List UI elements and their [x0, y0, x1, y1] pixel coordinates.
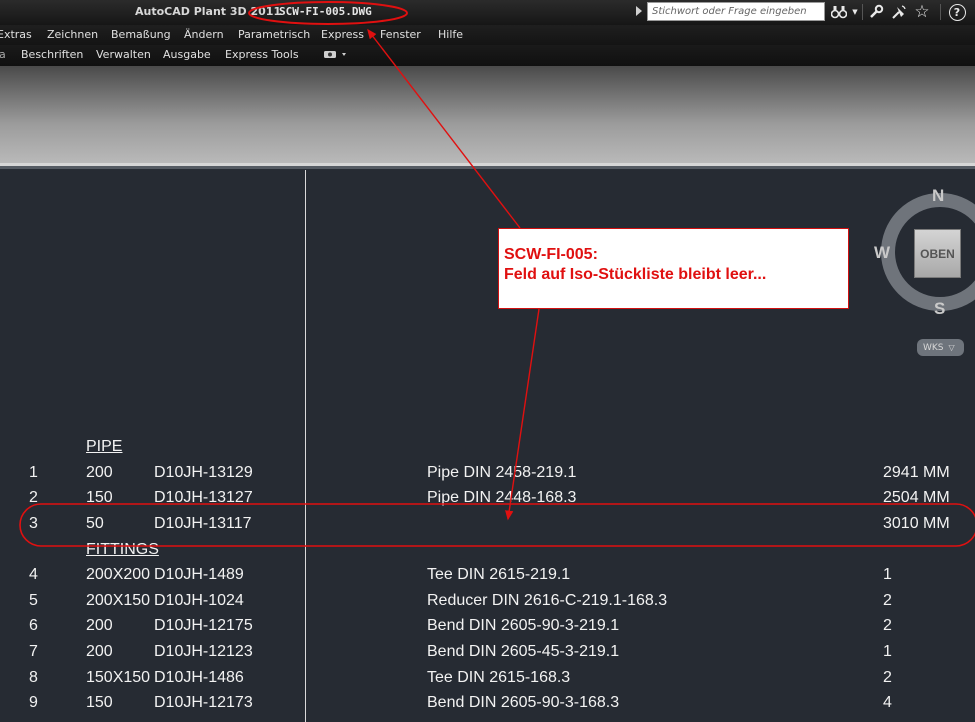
view-cube[interactable]: OBEN: [914, 229, 961, 278]
menu-zeichnen[interactable]: Zeichnen: [47, 28, 98, 41]
menu-express[interactable]: Express: [321, 28, 364, 41]
bom-row-qty: 2: [883, 592, 892, 609]
arrow-to-row: [505, 308, 540, 521]
bom-row-no: 8: [29, 669, 38, 686]
bom-row-size: 150: [86, 489, 113, 506]
camera-dropdown-icon[interactable]: [323, 49, 349, 63]
help-icon[interactable]: ?: [946, 1, 968, 23]
compass-west[interactable]: W: [874, 243, 890, 263]
bom-row-code: D10JH-1489: [154, 566, 244, 583]
bom-row-description: Reducer DIN 2616-C-219.1-168.3: [427, 592, 668, 609]
bom-row-no: 6: [29, 617, 38, 634]
bom-row-description: Bend DIN 2605-90-3-168.3: [427, 694, 620, 711]
bom-row-qty: 1: [883, 566, 892, 583]
bom-row-qty: 2: [883, 669, 892, 686]
chevron-down-icon: ▽: [948, 343, 955, 352]
menu-aendern[interactable]: Ändern: [184, 28, 224, 41]
bom-row-qty: 2941 MM: [883, 464, 950, 481]
menu-bar: Extras Zeichnen Bemaßung Ändern Parametr…: [0, 25, 975, 45]
wks-dropdown[interactable]: WKS ▽: [917, 339, 964, 356]
ribbon-panel: [0, 66, 975, 163]
bom-row-no: 9: [29, 694, 38, 711]
toolbar-separator: [862, 4, 863, 20]
bom-row-qty: 2504 MM: [883, 489, 950, 506]
bom-row-code: D10JH-1486: [154, 669, 244, 686]
view-cube-label: OBEN: [920, 246, 955, 261]
callout-line-1: SCW-FI-005:: [504, 246, 598, 263]
dropdown-arrow-icon[interactable]: ▼: [850, 1, 860, 23]
bom-row-size: 200X200: [86, 566, 151, 583]
bom-row-code: D10JH-12175: [154, 617, 253, 634]
bom-row-qty: 2: [883, 617, 892, 634]
binoculars-icon[interactable]: [830, 1, 848, 23]
bom-row-qty: 3010 MM: [883, 515, 950, 532]
ribbon-tab-partial[interactable]: a: [0, 48, 6, 61]
bom-row-no: 5: [29, 592, 38, 609]
app-title: AutoCAD Plant 3D 2011: [135, 5, 282, 18]
drawing-vertical-line: [305, 170, 306, 722]
annotation-callout: SCW-FI-005: Feld auf Iso-Stückliste blei…: [498, 228, 849, 309]
bom-row-code: D10JH-12173: [154, 694, 253, 711]
wrench-icon[interactable]: [866, 1, 886, 23]
tab-verwalten[interactable]: Verwalten: [96, 48, 151, 61]
compass-south[interactable]: S: [934, 299, 945, 319]
menu-extras[interactable]: Extras: [0, 28, 32, 41]
menu-bemassung[interactable]: Bemaßung: [111, 28, 171, 41]
bom-row-code: D10JH-13129: [154, 464, 253, 481]
bom-row-code: D10JH-13127: [154, 489, 253, 506]
bom-section-fittings: FITTINGS: [86, 541, 159, 558]
bom-row-description: Tee DIN 2615-168.3: [427, 669, 571, 686]
bom-row-size: 200: [86, 643, 113, 660]
compass-north[interactable]: N: [932, 186, 944, 206]
star-icon[interactable]: ☆: [912, 1, 932, 23]
bom-row-code: D10JH-13117: [154, 515, 252, 532]
bom-row-no: 4: [29, 566, 38, 583]
bom-row-no: 1: [29, 464, 38, 481]
bom-section-pipe: PIPE: [86, 438, 123, 455]
bom-row-size: 200X150: [86, 592, 151, 609]
bom-row-size: 200: [86, 617, 113, 634]
help-label: ?: [948, 3, 966, 21]
menu-hilfe[interactable]: Hilfe: [438, 28, 463, 41]
title-bar: AutoCAD Plant 3D 2011 SCW-FI-005.DWG ▼ ☆…: [0, 0, 975, 25]
tab-beschriften[interactable]: Beschriften: [21, 48, 83, 61]
tab-ausgabe[interactable]: Ausgabe: [163, 48, 211, 61]
satellite-icon[interactable]: [889, 1, 909, 23]
play-icon[interactable]: [636, 6, 642, 16]
bom-row-no: 7: [29, 643, 38, 660]
bom-row-no: 2: [29, 489, 38, 506]
bom-row-description: Pipe DIN 2448-168.3: [427, 489, 577, 506]
menu-fenster[interactable]: Fenster: [380, 28, 421, 41]
toolbar-separator: [940, 4, 941, 20]
bom-row-size: 150X150: [86, 669, 151, 686]
callout-line-2: Feld auf Iso-Stückliste bleibt leer...: [504, 266, 767, 283]
bom-row-description: Bend DIN 2605-45-3-219.1: [427, 643, 620, 660]
bom-row-no: 3: [29, 515, 38, 532]
bom-row-description: Tee DIN 2615-219.1: [427, 566, 571, 583]
bom-row-qty: 1: [883, 643, 892, 660]
wks-label: WKS: [923, 342, 944, 353]
tab-express-tools[interactable]: Express Tools: [225, 48, 299, 61]
bom-row-size: 150: [86, 694, 113, 711]
search-input[interactable]: [647, 2, 825, 21]
ribbon-shadow: [0, 166, 975, 169]
bom-row-description: Pipe DIN 2458-219.1: [427, 464, 577, 481]
bom-row-size: 200: [86, 464, 113, 481]
bom-row-code: D10JH-12123: [154, 643, 253, 660]
menu-parametrisch[interactable]: Parametrisch: [238, 28, 310, 41]
bom-row-code: D10JH-1024: [154, 592, 244, 609]
ribbon-tab-bar: a Beschriften Verwalten Ausgabe Express …: [0, 45, 975, 66]
bom-row-size: 50: [86, 515, 104, 532]
document-title: SCW-FI-005.DWG: [279, 5, 372, 18]
bom-row-qty: 4: [883, 694, 892, 711]
bom-row-description: Bend DIN 2605-90-3-219.1: [427, 617, 620, 634]
